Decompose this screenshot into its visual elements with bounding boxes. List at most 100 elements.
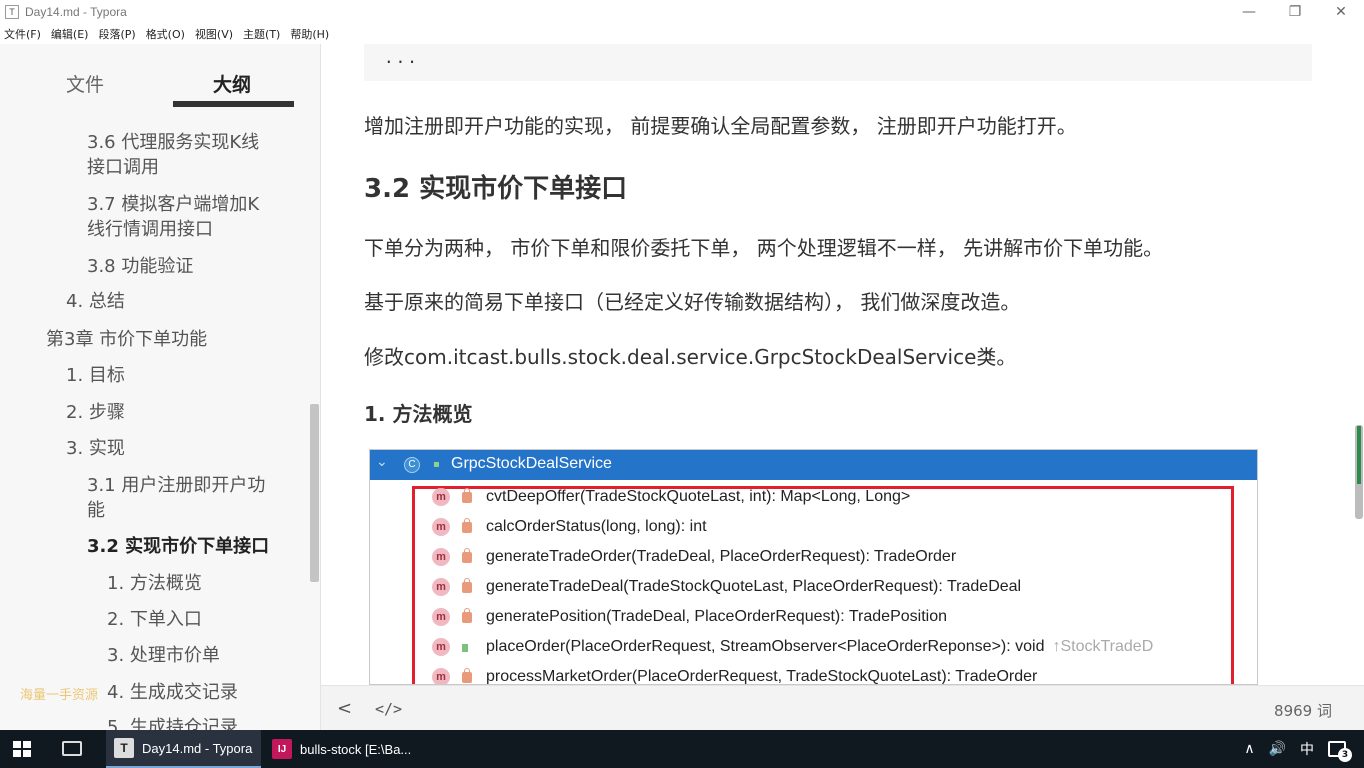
paragraph: 基于原来的简易下单接口（已经定义好传输数据结构）， 我们做深度改造。 [364, 290, 1021, 314]
restore-button[interactable]: ❐ [1272, 0, 1318, 24]
outline-item[interactable]: 线行情调用接口 [87, 217, 213, 242]
package-visibility-icon: ▪ [433, 459, 440, 470]
outline-item-active[interactable]: 3.2 实现市价下单接口 [87, 534, 269, 559]
method-icon: m [432, 578, 450, 596]
tab-files[interactable]: 文件 [66, 70, 104, 97]
menu-bar: 文件(F) 编辑(E) 段落(P) 格式(O) 视图(V) 主题(T) 帮助(H… [0, 24, 1364, 44]
window-controls: — ❐ ✕ [1226, 0, 1364, 24]
notification-badge: 3 [1338, 748, 1352, 762]
menu-file[interactable]: 文件(F) [4, 26, 41, 42]
volume-icon[interactable]: 🔊 [1269, 741, 1286, 757]
minimize-button[interactable]: — [1226, 0, 1272, 24]
private-lock-icon [462, 517, 472, 533]
outline-item[interactable]: 4. 总结 [66, 289, 125, 314]
method-signature: generateTradeOrder(TradeDeal, PlaceOrder… [486, 548, 957, 565]
outline-item[interactable]: 能 [87, 498, 105, 523]
active-tab-indicator [173, 101, 294, 107]
private-lock-icon [462, 487, 472, 503]
taskbar-app-intellij[interactable]: IJ bulls-stock [E:\Ba... [264, 730, 419, 768]
method-row: m calcOrderStatus(long, long): int [432, 515, 707, 539]
status-footer: < </> 8969 词 [321, 685, 1364, 730]
paragraph: 下单分为两种， 市价下单和限价委托下单， 两个处理逻辑不一样， 先讲解市价下单功… [364, 236, 1164, 260]
editor-pane[interactable]: ... 增加注册即开户功能的实现， 前提要确认全局配置参数， 注册即开户功能打开… [321, 44, 1364, 685]
method-signature: generatePosition(TradeDeal, PlaceOrderRe… [486, 608, 947, 625]
word-count[interactable]: 8969 词 [1274, 700, 1332, 721]
outline-item[interactable]: 3.6 代理服务实现K线 [87, 130, 259, 155]
ide-structure-image: ⌄ C ▪ GrpcStockDealService m cvtDeepOffe… [369, 449, 1258, 685]
menu-paragraph[interactable]: 段落(P) [98, 26, 135, 42]
code-block-text: ... [384, 48, 419, 67]
menu-help[interactable]: 帮助(H) [290, 26, 329, 42]
paragraph: 增加注册即开户功能的实现， 前提要确认全局配置参数， 注册即开户功能打开。 [364, 114, 1077, 138]
close-button[interactable]: ✕ [1318, 0, 1364, 24]
method-icon: m [432, 518, 450, 536]
outline-item[interactable]: 1. 方法概览 [107, 571, 202, 596]
method-row: m cvtDeepOffer(TradeStockQuoteLast, int)… [432, 485, 910, 509]
subsection-heading: 1. 方法概览 [364, 402, 473, 426]
ide-class-header: ⌄ C ▪ GrpcStockDealService [370, 450, 1257, 480]
method-signature: placeOrder(PlaceOrderRequest, StreamObse… [486, 638, 1045, 655]
outline-item[interactable]: 第3章 市价下单功能 [46, 327, 207, 352]
menu-edit[interactable]: 编辑(E) [51, 26, 89, 42]
source-mode-button[interactable]: </> [375, 700, 402, 718]
outline-item[interactable]: 2. 步骤 [66, 400, 125, 425]
method-icon: m [432, 608, 450, 626]
intellij-icon: IJ [272, 739, 292, 759]
outline-item[interactable]: 3.7 模拟客户端增加K [87, 192, 259, 217]
outline-item[interactable]: 2. 下单入口 [107, 607, 202, 632]
method-icon: m [432, 668, 450, 684]
outline-item[interactable]: 5. 生成持仓记录 [107, 715, 238, 730]
method-row: m processMarketOrder(PlaceOrderRequest, … [432, 665, 1037, 684]
menu-format[interactable]: 格式(O) [146, 26, 185, 42]
method-icon: m [432, 638, 450, 656]
windows-start-icon[interactable] [13, 741, 31, 757]
notification-icon[interactable]: 3 [1328, 741, 1352, 762]
back-button[interactable]: < [337, 698, 352, 719]
taskbar: T Day14.md - Typora IJ bulls-stock [E:\B… [0, 730, 1364, 768]
sidebar: 文件 大纲 3.6 代理服务实现K线 接口调用 3.7 模拟客户端增加K 线行情… [0, 44, 321, 730]
override-indicator: ↑StockTradeD [1052, 638, 1154, 655]
window-title: Day14.md - Typora [25, 5, 127, 19]
task-view-icon[interactable] [62, 741, 82, 756]
typora-icon: T [114, 738, 134, 758]
outline-item[interactable]: 4. 生成成交记录 [107, 680, 238, 705]
paragraph: 修改com.itcast.bulls.stock.deal.service.Gr… [364, 345, 1017, 369]
system-tray: ∧ 🔊 中 3 [1244, 730, 1364, 768]
class-icon: C [404, 457, 420, 473]
text-cursor-icon: I [988, 348, 993, 364]
menu-view[interactable]: 视图(V) [195, 26, 233, 42]
watermark: 海量一手资源 [20, 688, 99, 703]
outline-item[interactable]: 接口调用 [87, 155, 159, 180]
tab-outline[interactable]: 大纲 [213, 70, 251, 97]
method-signature: generateTradeDeal(TradeStockQuoteLast, P… [486, 578, 1022, 595]
method-row: m placeOrder(PlaceOrderRequest, StreamOb… [432, 635, 1153, 659]
outline-item[interactable]: 1. 目标 [66, 363, 125, 388]
expand-chevron-icon: ⌄ [376, 454, 388, 470]
method-row: m generatePosition(TradeDeal, PlaceOrder… [432, 605, 947, 629]
scroll-position-marker [1357, 426, 1361, 484]
method-icon: m [432, 488, 450, 506]
taskbar-app-typora[interactable]: T Day14.md - Typora [106, 730, 261, 768]
sidebar-tabs: 文件 大纲 [0, 44, 320, 108]
outline-item[interactable]: 3. 实现 [66, 436, 125, 461]
outline-item[interactable]: 3.8 功能验证 [87, 254, 193, 279]
method-icon: m [432, 548, 450, 566]
code-block[interactable]: ... [364, 44, 1312, 81]
tray-chevron-icon[interactable]: ∧ [1244, 741, 1254, 757]
menu-theme[interactable]: 主题(T) [243, 26, 280, 42]
private-lock-icon [462, 547, 472, 563]
private-lock-icon [462, 667, 472, 683]
private-lock-icon [462, 577, 472, 593]
outline-item[interactable]: 3. 处理市价单 [107, 643, 220, 668]
sidebar-scrollbar[interactable] [310, 404, 319, 582]
method-signature: cvtDeepOffer(TradeStockQuoteLast, int): … [486, 488, 911, 505]
typora-app-icon: T [5, 5, 19, 19]
ide-class-name: GrpcStockDealService [451, 455, 612, 472]
private-lock-icon [462, 607, 472, 623]
ime-indicator[interactable]: 中 [1300, 739, 1314, 759]
outline-item[interactable]: 3.1 用户注册即开户功 [87, 473, 265, 498]
method-row: m generateTradeDeal(TradeStockQuoteLast,… [432, 575, 1021, 599]
public-visibility-icon [462, 642, 472, 653]
method-signature: calcOrderStatus(long, long): int [486, 518, 707, 535]
title-bar: T Day14.md - Typora — ❐ ✕ [0, 0, 1364, 24]
